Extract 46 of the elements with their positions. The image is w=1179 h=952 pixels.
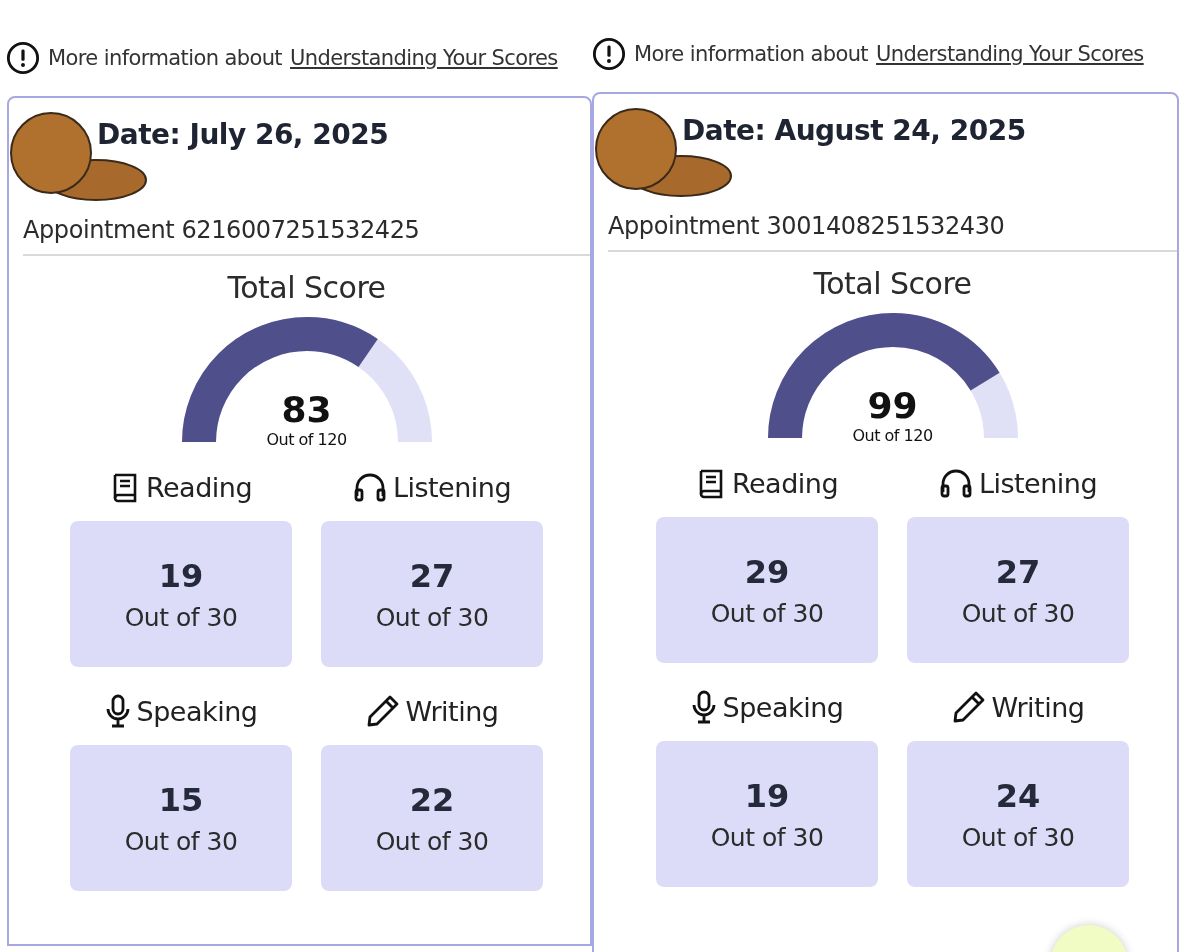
- section-label: Speaking: [722, 691, 844, 723]
- total-score-label: Total Score: [812, 266, 973, 301]
- section-out-of: Out of 30: [710, 598, 824, 628]
- total-out-of: Out of 120: [266, 430, 347, 449]
- pencil-icon: [951, 690, 986, 724]
- section-score: 15: [158, 780, 204, 819]
- section-score: 19: [744, 776, 790, 815]
- microphone-icon: [690, 690, 717, 724]
- section-label: Listening: [978, 467, 1098, 499]
- info-icon: [592, 37, 626, 71]
- section-label: Reading: [145, 471, 253, 503]
- headphones-icon: [938, 468, 973, 498]
- scores-link[interactable]: Understanding Your Scores: [290, 46, 558, 70]
- test-date: Date: August 24, 2025: [681, 113, 1027, 147]
- headphones-icon: [352, 472, 387, 502]
- section-label: Reading: [731, 467, 839, 499]
- section-label: Writing: [405, 695, 499, 727]
- total-score-label: Total Score: [226, 270, 387, 305]
- appointment-number: Appointment 3001408251532430: [608, 211, 1006, 240]
- section-out-of: Out of 30: [961, 598, 1075, 628]
- pencil-icon: [365, 694, 400, 728]
- total-score: 83: [281, 389, 332, 430]
- microphone-icon: [104, 694, 131, 728]
- section-out-of: Out of 30: [375, 826, 489, 856]
- section-score: 27: [995, 552, 1041, 591]
- scores-link[interactable]: Understanding Your Scores: [876, 42, 1144, 66]
- section-score: 22: [409, 780, 455, 819]
- section-out-of: Out of 30: [961, 822, 1075, 852]
- section-score: 24: [995, 776, 1041, 815]
- section-score: 27: [409, 556, 455, 595]
- section-out-of: Out of 30: [375, 602, 489, 632]
- test-date: Date: July 26, 2025: [96, 117, 390, 151]
- notice-text: More information about: [634, 42, 868, 66]
- info-icon: [6, 41, 40, 75]
- section-out-of: Out of 30: [124, 826, 238, 856]
- notice-text: More information about: [48, 46, 282, 70]
- section-score: 29: [744, 552, 790, 591]
- section-out-of: Out of 30: [710, 822, 824, 852]
- section-label: Speaking: [136, 695, 258, 727]
- section-label: Listening: [392, 471, 512, 503]
- total-out-of: Out of 120: [852, 426, 933, 445]
- section-score: 19: [158, 556, 204, 595]
- section-out-of: Out of 30: [124, 602, 238, 632]
- appointment-number: Appointment 6216007251532425: [23, 215, 421, 244]
- total-score: 99: [867, 385, 918, 426]
- section-label: Writing: [991, 691, 1085, 723]
